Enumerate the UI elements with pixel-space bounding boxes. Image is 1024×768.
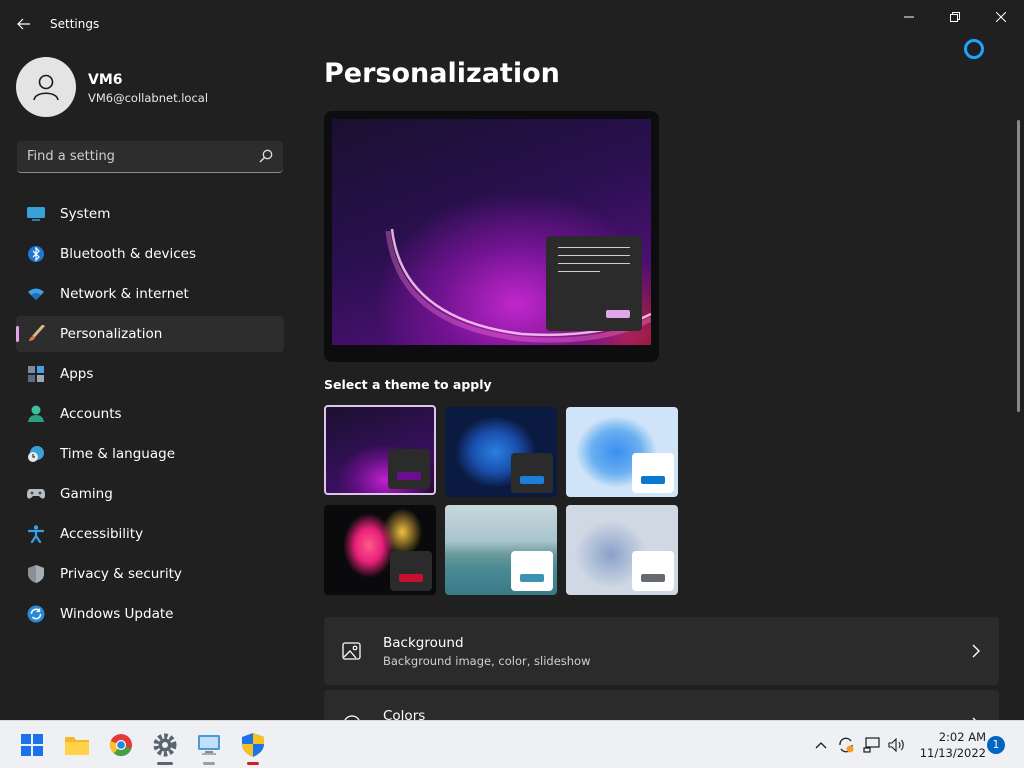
- sidebar-item-time-language[interactable]: Time & language: [16, 436, 284, 472]
- theme-tile[interactable]: [445, 505, 557, 595]
- sidebar-item-label: Gaming: [60, 486, 113, 502]
- theme-tile[interactable]: [324, 505, 436, 595]
- sidebar-item-label: System: [60, 206, 111, 222]
- theme-tile[interactable]: [566, 505, 678, 595]
- image-icon: [342, 642, 361, 660]
- user-name: VM6: [88, 72, 123, 88]
- wifi-icon: [27, 285, 45, 303]
- sidebar-item-accessibility[interactable]: Accessibility: [16, 516, 284, 552]
- avatar[interactable]: [16, 57, 76, 117]
- close-button[interactable]: [978, 4, 1024, 30]
- preview-window: [546, 236, 642, 331]
- remote-desktop-icon[interactable]: [195, 731, 223, 765]
- sidebar-item-label: Bluetooth & devices: [60, 246, 197, 262]
- clock-time: 2:02 AM: [938, 730, 986, 744]
- chevron-up-icon[interactable]: [811, 735, 831, 755]
- volume-icon[interactable]: [887, 735, 907, 755]
- sidebar-item-bluetooth[interactable]: Bluetooth & devices: [16, 236, 284, 272]
- sidebar-item-gaming[interactable]: Gaming: [16, 476, 284, 512]
- cortana-ring-icon[interactable]: [964, 39, 984, 59]
- sidebar-item-label: Time & language: [60, 446, 176, 462]
- sidebar: VM6 VM6@collabnet.local System Bluetooth…: [0, 48, 300, 720]
- sidebar-item-label: Accounts: [60, 406, 122, 422]
- title-bar: Settings: [0, 0, 1024, 59]
- card-title: Background: [383, 635, 464, 651]
- user-icon: [33, 74, 59, 101]
- back-arrow-icon: [17, 18, 30, 30]
- card-subtitle: Background image, color, slideshow: [383, 654, 591, 668]
- minimize-button[interactable]: [886, 4, 932, 30]
- back-button[interactable]: [10, 10, 38, 38]
- sidebar-item-label: Apps: [60, 366, 94, 382]
- sidebar-item-network[interactable]: Network & internet: [16, 276, 284, 312]
- sidebar-item-privacy[interactable]: Privacy & security: [16, 556, 284, 592]
- sync-icon[interactable]: [836, 735, 856, 755]
- windows-start-icon[interactable]: [18, 731, 46, 759]
- themes-label: Select a theme to apply: [324, 377, 492, 392]
- accessibility-icon: [27, 525, 45, 543]
- update-icon: [27, 605, 45, 623]
- page-title: Personalization: [324, 58, 560, 89]
- chevron-right-icon: [972, 644, 980, 658]
- restore-icon: [950, 12, 960, 22]
- sidebar-item-accounts[interactable]: Accounts: [16, 396, 284, 432]
- theme-tile[interactable]: [324, 405, 436, 495]
- clock-date: 11/13/2022: [919, 746, 986, 760]
- search-input[interactable]: [17, 141, 247, 172]
- bluetooth-icon: [27, 245, 45, 263]
- sidebar-item-label: Network & internet: [60, 286, 189, 302]
- monitor-icon: [27, 205, 45, 223]
- person-icon: [27, 405, 45, 423]
- apps-icon: [27, 365, 45, 383]
- restore-button[interactable]: [932, 4, 978, 30]
- network-icon[interactable]: [862, 735, 882, 755]
- sidebar-item-system[interactable]: System: [16, 196, 284, 232]
- sidebar-item-label: Privacy & security: [60, 566, 182, 582]
- gamepad-icon: [27, 485, 45, 503]
- close-icon: [996, 12, 1006, 22]
- sidebar-item-label: Personalization: [60, 326, 163, 342]
- file-explorer-icon[interactable]: [63, 731, 91, 759]
- search-icon[interactable]: [259, 149, 273, 163]
- sidebar-item-windows-update[interactable]: Windows Update: [16, 596, 284, 632]
- sidebar-item-label: Windows Update: [60, 606, 174, 622]
- sidebar-item-personalization[interactable]: Personalization: [16, 316, 284, 352]
- app-title: Settings: [50, 17, 100, 31]
- user-email: VM6@collabnet.local: [88, 91, 209, 105]
- shield-icon: [27, 565, 45, 583]
- settings-icon[interactable]: [151, 731, 179, 765]
- chrome-icon[interactable]: [107, 731, 135, 759]
- scrollbar[interactable]: [1017, 120, 1020, 412]
- search-box[interactable]: [17, 141, 283, 173]
- notification-badge[interactable]: 1: [987, 736, 1005, 754]
- theme-tile[interactable]: [445, 407, 557, 497]
- security-shield-icon[interactable]: [239, 731, 267, 765]
- taskbar-clock[interactable]: 2:02 AM 11/13/2022: [914, 729, 986, 761]
- background-card[interactable]: Background Background image, color, slid…: [324, 617, 999, 685]
- minimize-icon: [904, 16, 914, 18]
- sidebar-item-label: Accessibility: [60, 526, 144, 542]
- nav-list: System Bluetooth & devices Network & int…: [16, 196, 284, 636]
- clock-globe-icon: [27, 445, 45, 463]
- taskbar: 2:02 AM 11/13/2022 1: [0, 720, 1024, 768]
- brush-icon: [27, 325, 45, 343]
- sidebar-item-apps[interactable]: Apps: [16, 356, 284, 392]
- theme-tile[interactable]: [566, 407, 678, 497]
